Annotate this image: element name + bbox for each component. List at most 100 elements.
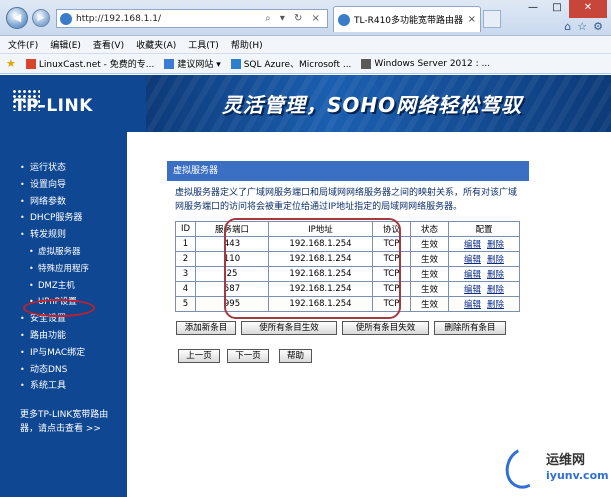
add-entry-button[interactable]: 添加新条目 xyxy=(176,321,236,335)
panel-title: 虚拟服务器 xyxy=(167,161,529,181)
sidebar-item[interactable]: 路由功能 xyxy=(0,328,127,345)
menu-item[interactable]: 工具(T) xyxy=(188,38,219,51)
delete-all-button[interactable]: 删除所有条目 xyxy=(434,321,506,335)
delete-link[interactable]: 删除 xyxy=(487,240,504,250)
new-tab-button[interactable] xyxy=(483,10,501,28)
maximize-icon[interactable]: □ xyxy=(545,0,569,18)
favorite-link[interactable]: Windows Server 2012 : ... xyxy=(361,58,490,69)
ie-favicon-icon xyxy=(60,12,72,25)
minimize-icon[interactable]: — xyxy=(521,0,545,18)
menu-item[interactable]: 编辑(E) xyxy=(50,38,81,51)
cell-config: 编辑 删除 xyxy=(448,236,520,252)
home-icon[interactable]: ⌂ xyxy=(564,20,571,33)
favorite-site-icon xyxy=(164,58,175,69)
cell-id: 3 xyxy=(175,266,196,282)
delete-link[interactable]: 删除 xyxy=(487,300,504,310)
menu-item[interactable]: 收藏夹(A) xyxy=(136,38,176,51)
delete-link[interactable]: 删除 xyxy=(487,285,504,295)
address-url[interactable]: http://192.168.1.1/ xyxy=(76,14,265,24)
cell-config: 编辑 删除 xyxy=(448,296,520,312)
sidebar-item-label: 转发规则 xyxy=(30,230,67,241)
ie-tool-icons: ⌂ ☆ ⚙ xyxy=(564,20,603,33)
sidebar-item-label: 运行状态 xyxy=(30,163,67,173)
active-item-highlight xyxy=(23,299,95,317)
cell-status: 生效 xyxy=(410,296,449,312)
cell-status: 生效 xyxy=(410,281,449,297)
cell-id: 5 xyxy=(175,296,196,312)
sidebar-item[interactable]: 转发规则 xyxy=(0,227,127,244)
close-icon[interactable]: ✕ xyxy=(569,0,607,18)
logo-text: TP-LINK xyxy=(14,96,93,116)
menu-item[interactable]: 文件(F) xyxy=(8,38,38,51)
edit-link[interactable]: 编辑 xyxy=(464,300,481,310)
favorite-link[interactable]: 建议网站 ▾ xyxy=(164,57,221,70)
edit-link[interactable]: 编辑 xyxy=(464,255,481,265)
search-refresh-icons[interactable]: ⌕ ▾ ↻ × xyxy=(265,13,327,24)
sidebar-item[interactable]: DMZ主机 xyxy=(0,278,127,295)
sidebar-item[interactable]: 运行状态 xyxy=(0,160,127,177)
watermark-swoosh-icon xyxy=(499,442,549,494)
menu-item[interactable]: 查看(V) xyxy=(93,38,124,51)
tp-link-logo: TP-LINK xyxy=(0,75,146,132)
sidebar-item[interactable]: IP与MAC绑定 xyxy=(0,345,127,362)
next-page-button[interactable]: 下一页 xyxy=(227,349,269,363)
edit-link[interactable]: 编辑 xyxy=(464,285,481,295)
sidebar-item[interactable]: 特殊应用程序 xyxy=(0,261,127,278)
cell-status: 生效 xyxy=(410,251,449,267)
delete-link[interactable]: 删除 xyxy=(487,270,504,280)
address-bar[interactable]: http://192.168.1.1/ ⌕ ▾ ↻ × xyxy=(56,9,328,28)
sidebar-item-label: 虚拟服务器 xyxy=(38,246,81,257)
favorite-site-icon xyxy=(361,58,372,69)
tab-close-icon[interactable]: × xyxy=(464,14,480,25)
favorites-star-icon[interactable]: ☆ xyxy=(577,20,587,33)
sidebar-item-label: 网络参数 xyxy=(30,196,67,207)
content-frame: 虚拟服务器 虚拟服务器定义了广域网服务端口和局域网网络服务器之间的映射关系，所有… xyxy=(127,132,611,497)
panel-description: 虚拟服务器定义了广域网服务端口和局域网网络服务器之间的映射关系，所有对该广域网服… xyxy=(175,188,518,212)
sidebar-item[interactable]: 系统工具 xyxy=(0,378,127,395)
edit-link[interactable]: 编辑 xyxy=(464,240,481,250)
disable-all-button[interactable]: 使所有条目失效 xyxy=(342,321,429,335)
sidebar-item[interactable]: 虚拟服务器 xyxy=(0,244,127,261)
col-config: 配置 xyxy=(448,221,520,237)
sidebar-item-label: 动态DNS xyxy=(30,364,68,375)
help-button[interactable]: 帮助 xyxy=(279,349,312,363)
gear-icon[interactable]: ⚙ xyxy=(593,20,603,33)
cell-status: 生效 xyxy=(410,236,449,252)
cell-config: 编辑 删除 xyxy=(448,281,520,297)
edit-link[interactable]: 编辑 xyxy=(464,270,481,280)
enable-all-button[interactable]: 使所有条目生效 xyxy=(241,321,337,335)
tab-favicon-icon xyxy=(338,13,350,26)
favorite-link[interactable]: LinuxCast.net - 免费的专... xyxy=(25,57,155,70)
col-status: 状态 xyxy=(410,221,449,237)
sidebar-item[interactable]: 设置向导 xyxy=(0,177,127,194)
banner-slogan: 灵活管理，SOHO网络轻松驾驭 xyxy=(222,93,523,117)
browser-toolbar: ◀ ▶ http://192.168.1.1/ ⌕ ▾ ↻ × TL-R410多… xyxy=(0,0,611,36)
sidebar-item-label: 特殊应用程序 xyxy=(38,263,90,274)
sidebar-item[interactable]: 网络参数 xyxy=(0,194,127,211)
menu-bar: 文件(F) 编辑(E) 查看(V) 收藏夹(A) 工具(T) 帮助(H) xyxy=(0,36,611,54)
sidebar-menu: 运行状态设置向导网络参数DHCP服务器转发规则虚拟服务器特殊应用程序DMZ主机U… xyxy=(0,132,127,395)
forward-arrow-icon[interactable]: ▶ xyxy=(32,9,50,27)
favorite-site-icon xyxy=(25,58,36,69)
tab-title: TL-R410多功能宽带路由器 xyxy=(354,16,464,26)
favorite-link[interactable]: SQL Azure、Microsoft ... xyxy=(230,57,351,70)
prev-page-button[interactable]: 上一页 xyxy=(178,349,220,363)
back-arrow-icon[interactable]: ◀ xyxy=(6,7,28,29)
delete-link[interactable]: 删除 xyxy=(487,255,504,265)
router-page: TP-LINK 灵活管理，SOHO网络轻松驾驭 运行状态设置向导网络参数 DHCP… xyxy=(0,75,611,497)
port-ip-highlight xyxy=(224,218,401,319)
sidebar-item[interactable]: 动态DNS xyxy=(0,362,127,379)
favorite-label: LinuxCast.net - 免费的专... xyxy=(38,60,155,70)
sidebar-item-label: 设置向导 xyxy=(30,179,67,190)
favorites-bar: ★ LinuxCast.net - 免费的专... 建议网站 ▾ SQL Azure… xyxy=(0,54,611,74)
cell-config: 编辑 删除 xyxy=(448,266,520,282)
menu-item[interactable]: 帮助(H) xyxy=(231,38,263,51)
watermark-en: iyunv.com xyxy=(546,469,609,482)
sidebar-item-label: IP与MAC绑定 xyxy=(30,347,86,358)
favorites-star-icon[interactable]: ★ xyxy=(6,57,16,70)
sidebar-more-link[interactable]: 更多TP-LINK宽带路由器，请点击查看 >> xyxy=(20,408,120,436)
sidebar-item[interactable]: DHCP服务器 xyxy=(0,210,127,227)
browser-tab[interactable]: TL-R410多功能宽带路由器 × xyxy=(333,6,481,32)
sidebar-item-label: 系统工具 xyxy=(30,381,67,392)
sidebar-item-label: DHCP服务器 xyxy=(30,213,83,224)
